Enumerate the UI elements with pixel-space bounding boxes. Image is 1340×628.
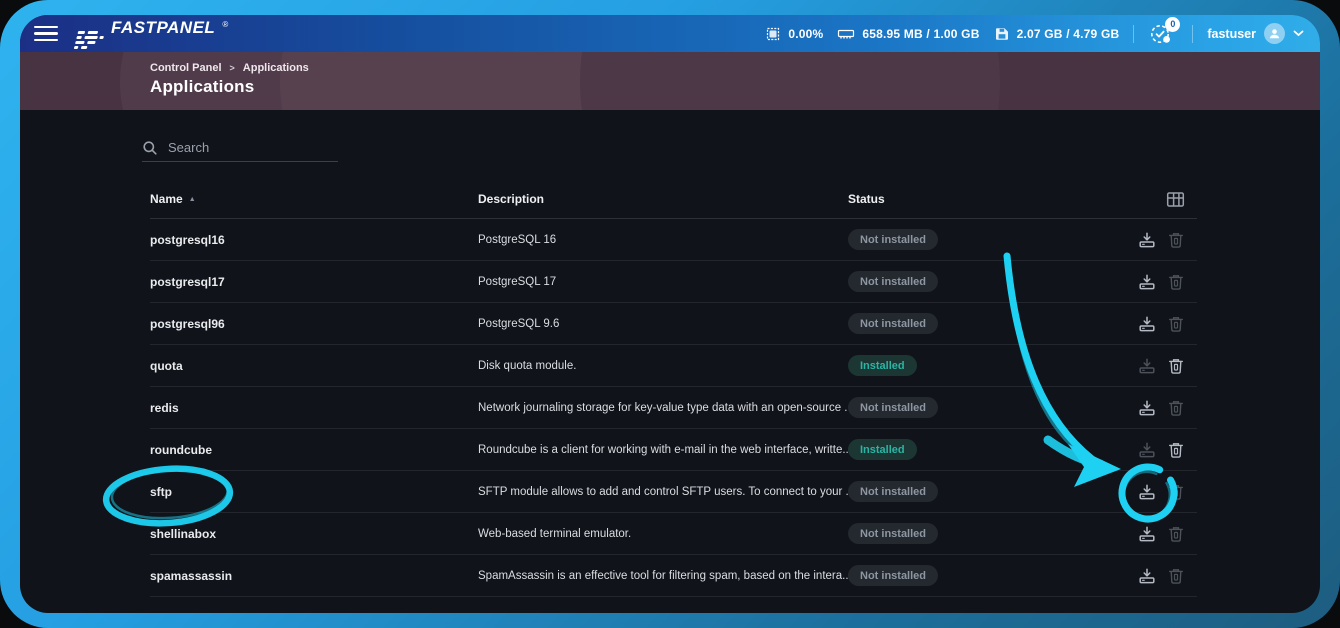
status-badge: Not installed (848, 229, 938, 250)
registered-mark: ® (222, 20, 228, 29)
app-description: Web-based terminal emulator. (478, 528, 848, 540)
breadcrumb: Control Panel > Applications (150, 62, 1320, 74)
breadcrumb-applications[interactable]: Applications (243, 62, 309, 74)
app-description: PostgreSQL 9.6 (478, 318, 848, 330)
status-badge: Not installed (848, 565, 938, 586)
status-badge: Not installed (848, 481, 938, 502)
install-icon[interactable] (1138, 525, 1156, 543)
app-name: sftp (150, 485, 478, 499)
delete-icon[interactable] (1167, 525, 1185, 543)
table-row[interactable]: postgresql17 PostgreSQL 17 Not installed (150, 261, 1197, 303)
user-icon (1268, 27, 1281, 40)
app-name: spamassassin (150, 569, 478, 583)
brand-name: FASTPANEL (111, 18, 215, 38)
table-row[interactable]: roundcube Roundcube is a client for work… (150, 429, 1197, 471)
disk-usage-stat: 2.07 GB / 4.79 GB (994, 26, 1120, 41)
fastpanel-logo-icon (74, 31, 105, 49)
search-box[interactable] (142, 134, 338, 162)
status-badge: Installed (848, 439, 917, 460)
cpu-icon (765, 26, 781, 42)
app-description: Network journaling storage for key-value… (478, 402, 848, 414)
install-icon[interactable] (1138, 483, 1156, 501)
install-icon[interactable] (1138, 567, 1156, 585)
breadcrumb-separator: > (230, 63, 235, 73)
app-name: postgresql17 (150, 275, 478, 289)
app-name: postgresql96 (150, 317, 478, 331)
delete-icon[interactable] (1167, 399, 1185, 417)
top-bar: FASTPANEL ® 0.00% 658.95 MB / 1.00 GB (20, 15, 1320, 52)
app-description: Roundcube is a client for working with e… (478, 444, 848, 456)
app-window: FASTPANEL ® 0.00% 658.95 MB / 1.00 GB (20, 15, 1320, 613)
app-name: roundcube (150, 443, 478, 457)
notification-count-badge: 0 (1165, 17, 1180, 32)
main-content: Name ▲ Description Status postgresql16 P… (20, 110, 1320, 613)
column-settings-icon[interactable] (1166, 191, 1185, 208)
notifications-button[interactable]: 0 (1148, 21, 1178, 47)
status-badge: Not installed (848, 397, 938, 418)
app-name: postgresql16 (150, 233, 478, 247)
install-icon[interactable] (1138, 273, 1156, 291)
table-row[interactable]: spamassassin SpamAssassin is an effectiv… (150, 555, 1197, 597)
user-menu[interactable]: fastuser (1207, 23, 1304, 44)
table-header-row: Name ▲ Description Status (150, 180, 1197, 219)
applications-table: Name ▲ Description Status postgresql16 P… (150, 180, 1197, 597)
avatar (1264, 23, 1285, 44)
table-row[interactable]: postgresql16 PostgreSQL 16 Not installed (150, 219, 1197, 261)
table-row[interactable]: shellinabox Web-based terminal emulator.… (150, 513, 1197, 555)
delete-icon[interactable] (1167, 441, 1185, 459)
delete-icon[interactable] (1167, 273, 1185, 291)
app-description: Disk quota module. (478, 360, 848, 372)
search-icon (142, 140, 158, 156)
delete-icon[interactable] (1167, 567, 1185, 585)
brand-logo[interactable]: FASTPANEL ® (76, 18, 228, 48)
search-input[interactable] (168, 140, 318, 155)
app-name: redis (150, 401, 478, 415)
install-icon[interactable] (1138, 399, 1156, 417)
topbar-divider (1133, 25, 1134, 43)
sort-ascending-icon: ▲ (189, 196, 196, 203)
status-badge: Not installed (848, 523, 938, 544)
username-label: fastuser (1207, 27, 1256, 41)
cpu-usage-stat: 0.00% (765, 26, 823, 42)
delete-icon[interactable] (1167, 231, 1185, 249)
column-header-status[interactable]: Status (848, 192, 1121, 206)
app-description: SFTP module allows to add and control SF… (478, 486, 848, 498)
table-row[interactable]: redis Network journaling storage for key… (150, 387, 1197, 429)
table-row[interactable]: sftp SFTP module allows to add and contr… (150, 471, 1197, 513)
disk-icon (994, 26, 1010, 41)
delete-icon[interactable] (1167, 357, 1185, 375)
table-row[interactable]: quota Disk quota module. Installed (150, 345, 1197, 387)
delete-icon[interactable] (1167, 483, 1185, 501)
table-row[interactable]: postgresql96 PostgreSQL 9.6 Not installe… (150, 303, 1197, 345)
app-name: quota (150, 359, 478, 373)
status-badge: Not installed (848, 313, 938, 334)
app-description: PostgreSQL 16 (478, 234, 848, 246)
install-icon[interactable] (1138, 315, 1156, 333)
memory-usage-stat: 658.95 MB / 1.00 GB (837, 27, 979, 41)
page-header: Control Panel > Applications Application… (20, 52, 1320, 110)
page-title: Applications (150, 77, 1320, 97)
ram-icon (837, 27, 855, 41)
topbar-divider (1192, 25, 1193, 43)
column-header-name[interactable]: Name ▲ (150, 192, 478, 206)
delete-icon[interactable] (1167, 315, 1185, 333)
menu-icon[interactable] (34, 26, 58, 42)
app-description: SpamAssassin is an effective tool for fi… (478, 570, 848, 582)
app-name: shellinabox (150, 527, 478, 541)
status-badge: Not installed (848, 271, 938, 292)
status-badge: Installed (848, 355, 917, 376)
chevron-down-icon (1293, 30, 1304, 37)
install-icon[interactable] (1138, 441, 1156, 459)
table-body: postgresql16 PostgreSQL 16 Not installed… (150, 219, 1197, 597)
column-header-description[interactable]: Description (478, 192, 848, 206)
app-description: PostgreSQL 17 (478, 276, 848, 288)
install-icon[interactable] (1138, 357, 1156, 375)
breadcrumb-control-panel[interactable]: Control Panel (150, 62, 222, 74)
install-icon[interactable] (1138, 231, 1156, 249)
